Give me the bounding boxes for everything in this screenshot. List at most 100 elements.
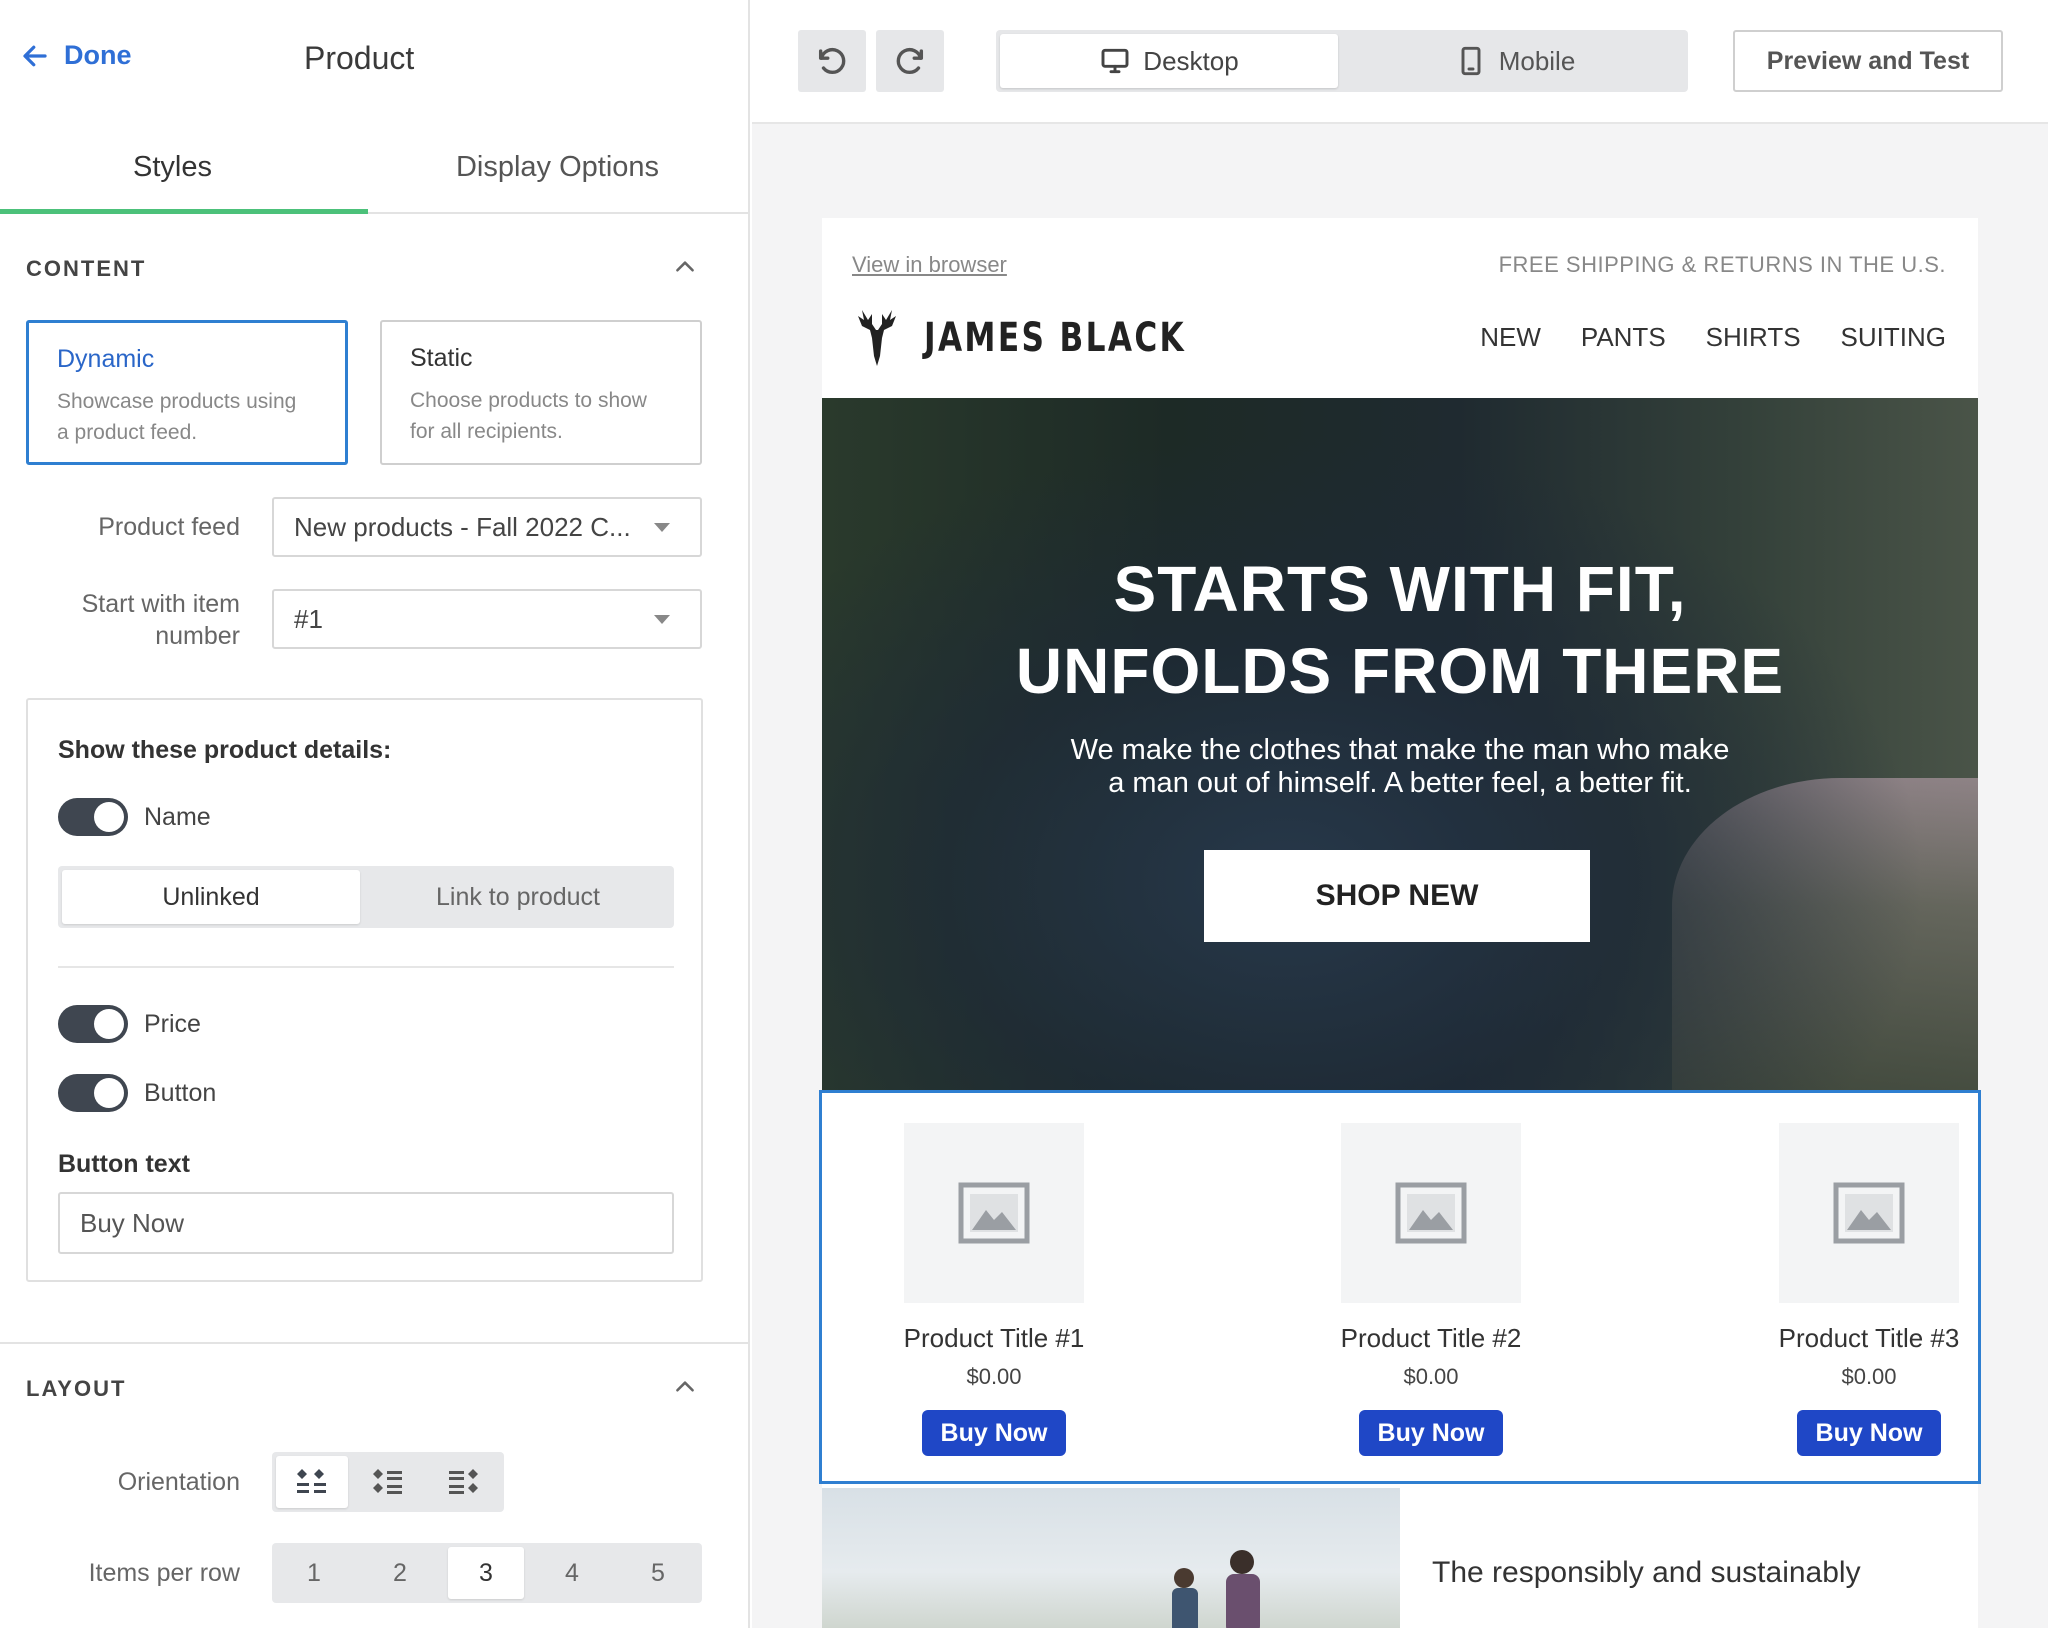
email-canvas: View in browser FREE SHIPPING & RETURNS … [819,218,1981,1628]
shop-new-button[interactable]: SHOP NEW [1204,850,1590,942]
items-per-row-1[interactable]: 1 [276,1547,352,1599]
nav-suiting[interactable]: SUITING [1841,322,1946,353]
layout-section-header[interactable]: LAYOUT [0,1344,748,1428]
tab-styles[interactable]: Styles [0,120,345,214]
hero-body-line-1: We make the clothes that make the man wh… [1070,734,1730,766]
done-button[interactable]: Done [20,40,132,71]
buy-now-button[interactable]: Buy Now [922,1410,1066,1456]
price-toggle-label: Price [144,1009,201,1038]
mobile-option[interactable]: Mobile [1346,34,1684,88]
product-title: Product Title #1 [903,1323,1085,1353]
content-section-heading: CONTENT [26,256,147,281]
product-image-placeholder[interactable] [1341,1123,1521,1303]
product-price: $0.00 [1841,1364,1897,1389]
hero-title-line-1: STARTS WITH FIT, [1113,553,1687,625]
nav-pants[interactable]: PANTS [1581,322,1666,353]
image-placeholder-icon [958,1182,1030,1244]
hero-title-line-2: UNFOLDS FROM THERE [1015,635,1785,707]
people-silhouette-icon [1172,1550,1260,1628]
dynamic-option-title: Dynamic [57,345,155,373]
email-preview-pane: Desktop Mobile Preview and Test View in … [752,0,2048,1628]
items-per-row-4[interactable]: 4 [534,1547,610,1599]
redo-icon [896,48,924,74]
orientation-image-left-option[interactable] [352,1456,424,1508]
product-card: Product Title #2 $0.00 Buy Now [1291,1123,1571,1456]
button-toggle-row[interactable]: Button [58,1074,216,1112]
nav-shirts[interactable]: SHIRTS [1706,322,1801,353]
hero-banner[interactable]: STARTS WITH FIT, UNFOLDS FROM THERE We m… [822,398,1978,1090]
items-per-row-5[interactable]: 5 [620,1547,696,1599]
settings-panel: Done Product Styles Display Options CONT… [0,0,750,1628]
product-price: $0.00 [966,1364,1022,1389]
layout-image-left-icon [373,1469,402,1494]
buy-now-button[interactable]: Buy Now [1359,1410,1503,1456]
active-tab-indicator [0,209,368,214]
items-per-row-label: Items per row [88,1559,240,1587]
name-link-segmented: Unlinked Link to product [58,866,674,928]
product-title: Product Title #3 [1778,1323,1960,1353]
undo-icon [818,48,846,74]
orientation-grid-option[interactable] [276,1456,348,1508]
name-toggle-row[interactable]: Name [58,798,211,836]
dynamic-option[interactable]: Dynamic Showcase products using a produc… [26,320,348,465]
static-option[interactable]: Static Choose products to show for all r… [380,320,702,465]
chevron-up-icon [676,261,694,272]
unlinked-option[interactable]: Unlinked [62,870,360,924]
desktop-label: Desktop [1143,45,1239,76]
dynamic-option-desc-1: Showcase products using [57,390,297,413]
button-toggle[interactable] [58,1074,128,1112]
product-details-card: Show these product details: Name Unlinke… [26,698,703,1282]
button-text-label: Button text [58,1150,190,1178]
product-feed-label: Product feed [98,513,240,541]
arrow-left-icon [23,45,47,66]
price-toggle-row[interactable]: Price [58,1005,201,1043]
product-image-placeholder[interactable] [1779,1123,1959,1303]
name-toggle[interactable] [58,798,128,836]
button-text-input[interactable] [58,1192,674,1254]
mobile-label: Mobile [1498,45,1576,76]
desktop-option[interactable]: Desktop [1000,34,1338,88]
view-in-browser-link[interactable]: View in browser [852,252,1007,278]
static-option-title: Static [410,344,473,372]
start-item-select[interactable]: #1 [272,589,702,649]
hero-title: STARTS WITH FIT, UNFOLDS FROM THERE [822,548,1978,712]
chevron-up-icon [676,1381,694,1392]
lifestyle-image[interactable] [822,1488,1400,1628]
layout-image-top-icon [297,1469,326,1493]
desktop-icon [1101,48,1129,74]
product-feed-value: New products - Fall 2022 C... [294,511,631,542]
brand-logo[interactable]: JAMES BLACK [852,308,1260,368]
items-per-row-3[interactable]: 3 [448,1547,524,1599]
static-option-desc-1: Choose products to show [410,389,647,412]
hero-body: We make the clothes that make the man wh… [822,734,1978,800]
price-toggle[interactable] [58,1005,128,1043]
story-text: The responsibly and sustainably [1432,1556,1861,1589]
nav-new[interactable]: NEW [1480,322,1541,353]
preview-toolbar: Desktop Mobile Preview and Test [752,0,2048,124]
shipping-banner-text: FREE SHIPPING & RETURNS IN THE U.S. [1498,252,1946,277]
panel-tabs: Styles Display Options [0,120,748,214]
orientation-selector [272,1452,504,1512]
product-card: Product Title #3 $0.00 Buy Now [1729,1123,2009,1456]
product-block[interactable]: Product Title #1 $0.00 Buy Now Product T… [819,1090,1981,1484]
buy-now-button[interactable]: Buy Now [1797,1410,1941,1456]
product-feed-select[interactable]: New products - Fall 2022 C... [272,497,702,557]
redo-button[interactable] [876,30,944,92]
dynamic-option-desc-2: a product feed. [57,421,198,444]
link-to-product-option[interactable]: Link to product [368,870,668,924]
brand-name: JAMES BLACK [924,315,1187,361]
dropdown-caret-icon [654,523,670,532]
content-section-header[interactable]: CONTENT [0,226,748,310]
tab-display-options[interactable]: Display Options [370,120,745,214]
product-image-placeholder[interactable] [904,1123,1084,1303]
name-toggle-label: Name [144,802,211,831]
items-per-row-2[interactable]: 2 [362,1547,438,1599]
deer-logo-icon [858,310,896,366]
layout-image-right-icon [449,1469,478,1494]
start-item-label-line-1: Start with item [81,590,240,618]
start-item-value: #1 [294,603,323,634]
hero-body-line-2: a man out of himself. A better feel, a b… [1108,767,1692,799]
orientation-image-right-option[interactable] [428,1456,500,1508]
undo-button[interactable] [798,30,866,92]
preview-and-test-button[interactable]: Preview and Test [1733,30,2003,92]
